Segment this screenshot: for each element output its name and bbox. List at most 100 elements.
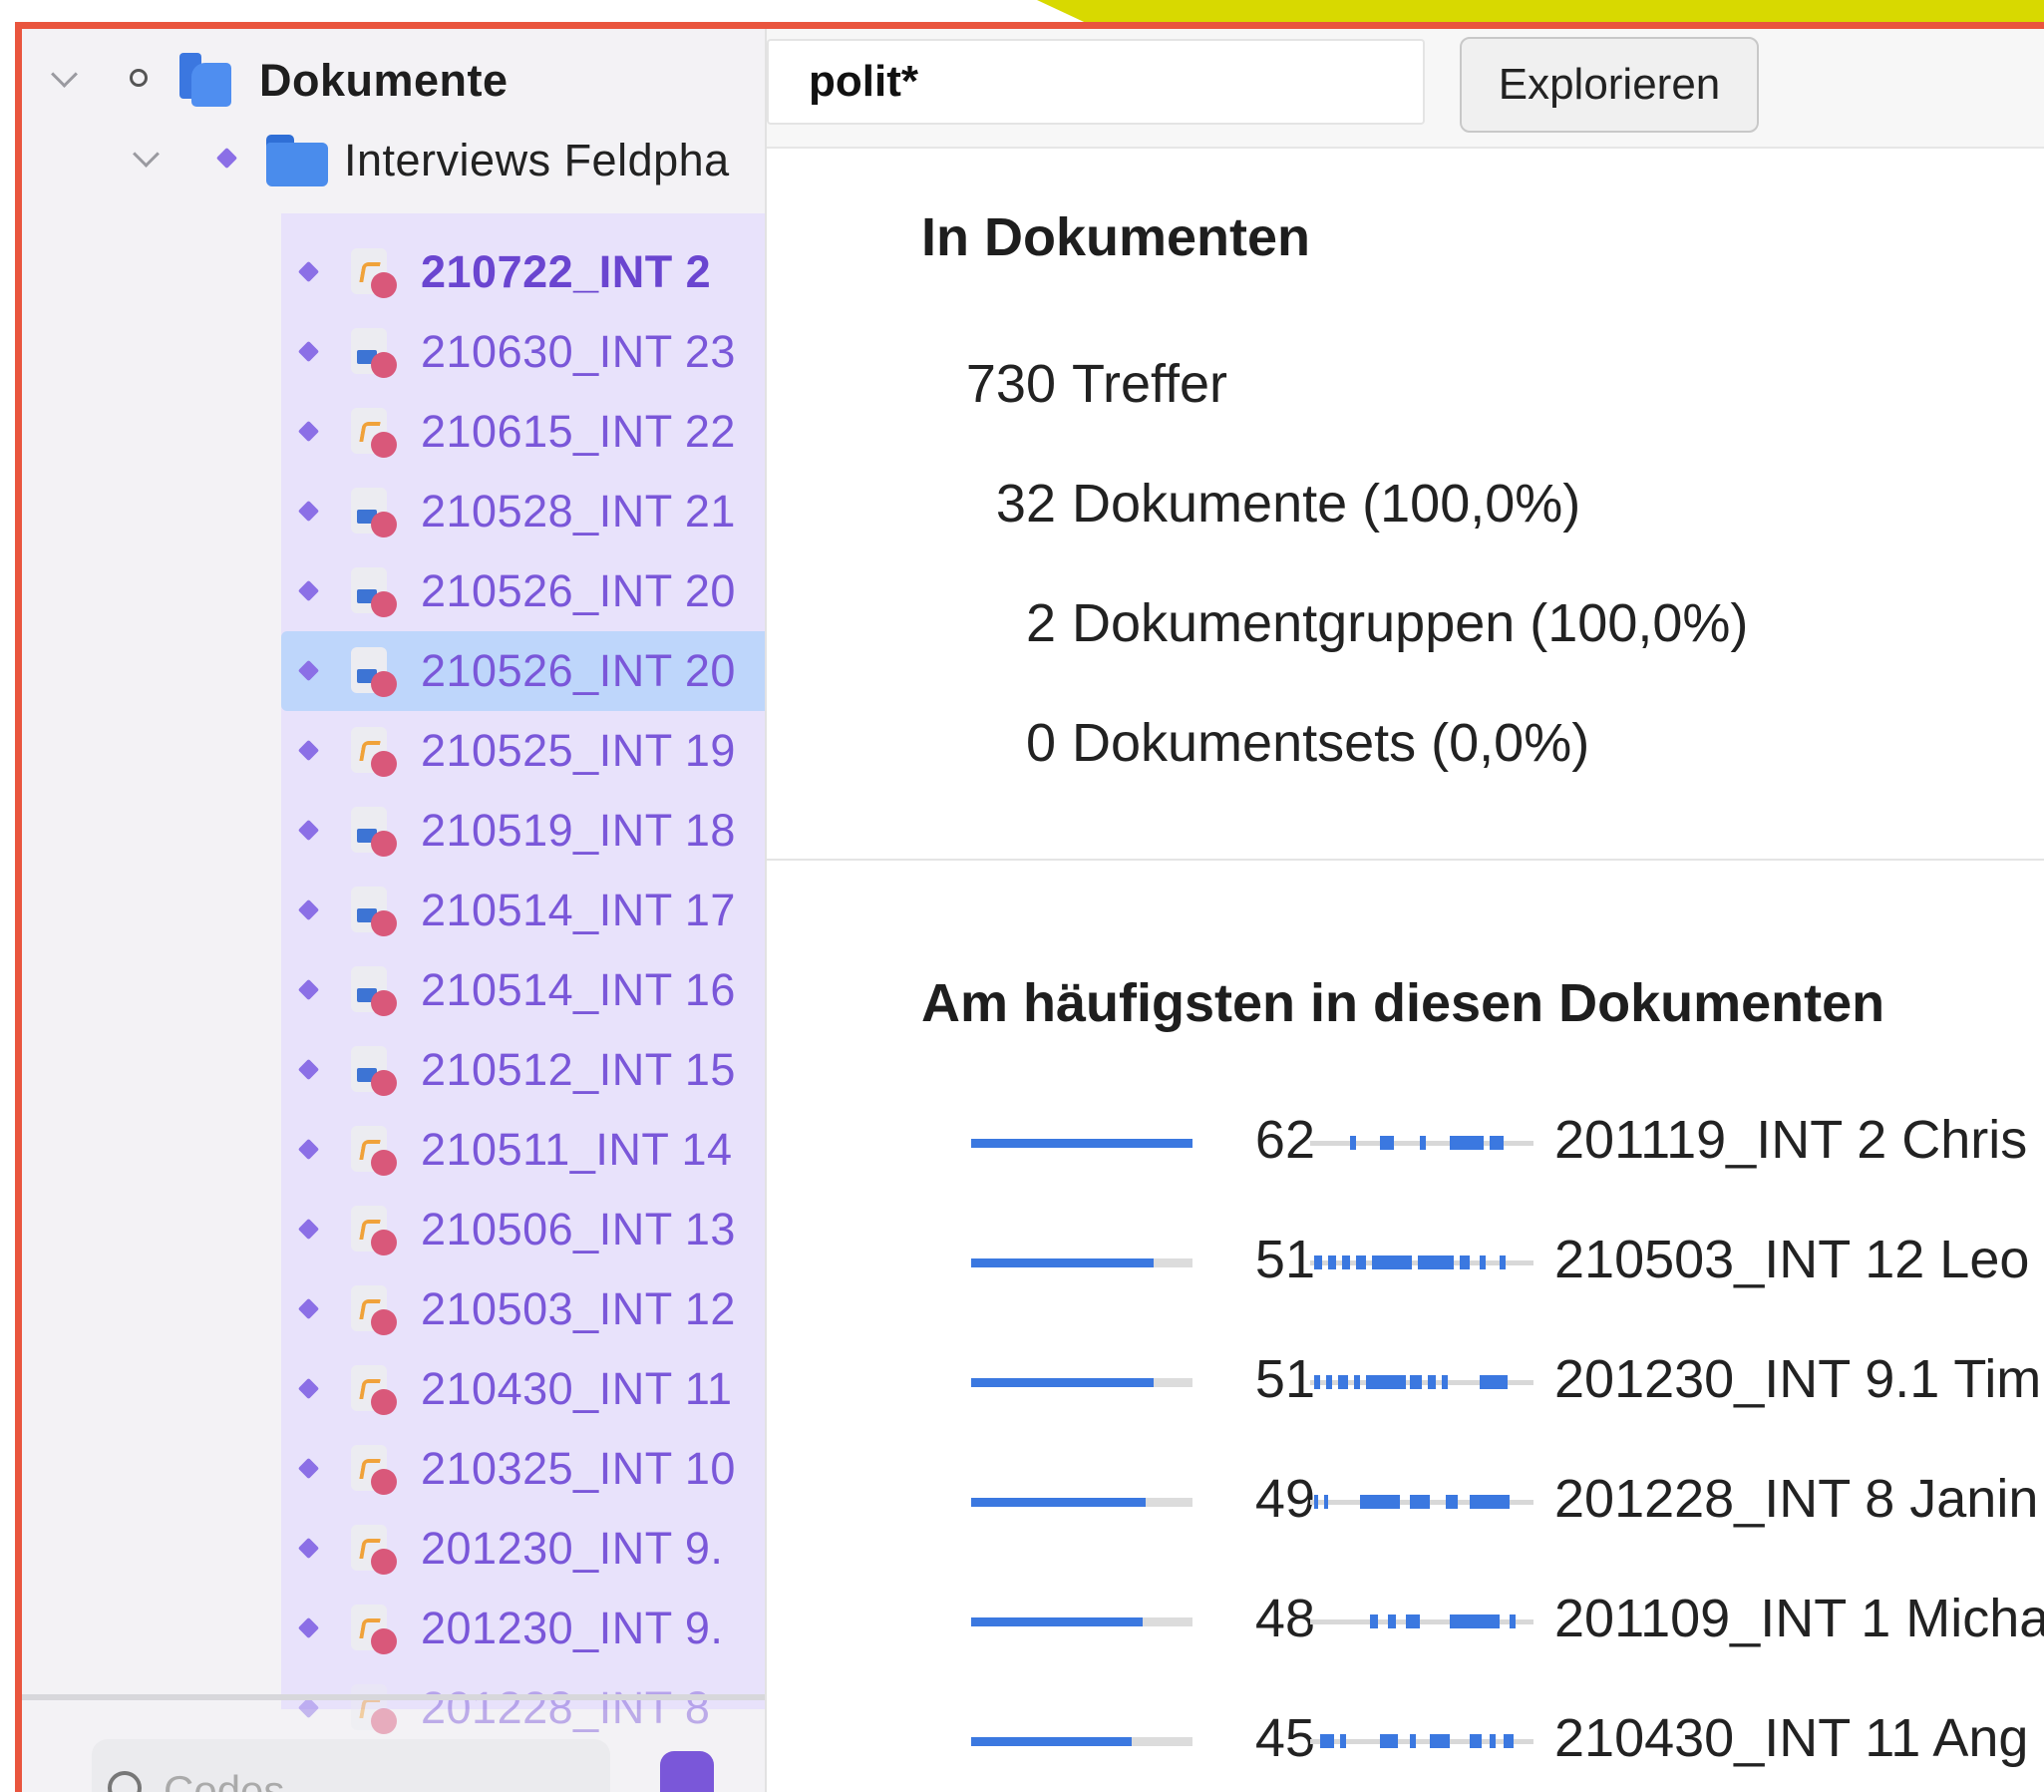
in-documents-title: In Dokumenten [921,207,1311,267]
document-diamond-icon [297,260,320,283]
video-document-icon [351,966,397,1018]
frequency-row[interactable]: 51 210503_INT 12 Leo [767,1219,2044,1298]
document-diamond-icon [297,1616,320,1639]
code-manager-icon[interactable] [660,1751,714,1792]
chevron-down-icon[interactable] [132,145,160,173]
hit-count: 62 [1254,1110,1315,1170]
document-diamond-icon [297,739,320,762]
document-item[interactable]: 210514_INT 17 [22,871,765,950]
document-label: 210615_INT 22 [421,406,736,457]
frequency-bar [971,1258,1192,1267]
document-item[interactable]: 201230_INT 9. [22,1509,765,1589]
document-label: 210722_INT 2 [421,246,712,297]
frequency-row[interactable]: 62 201119_INT 2 Chris [767,1099,2044,1179]
frequency-bar [971,1617,1192,1626]
document-item[interactable]: 210526_INT 20 [22,631,765,711]
frequency-bar-fill [971,1498,1146,1507]
hit-distribution-sparkline [1310,1731,1533,1751]
document-name: 210430_INT 11 Ang [1554,1708,2029,1768]
stat-row: 0 Dokumentsets (0,0%) [856,712,1953,782]
frequency-bar-fill [971,1378,1154,1387]
frequency-bar [971,1498,1192,1507]
document-label: 210514_INT 16 [421,964,736,1015]
hit-count: 45 [1254,1708,1315,1768]
hit-distribution-sparkline [1310,1253,1533,1272]
document-diamond-icon [297,898,320,921]
hit-distribution-sparkline [1310,1612,1533,1631]
stat-row: 32 Dokumente (100,0%) [856,473,1953,542]
document-diamond-icon [297,978,320,1001]
tree-group-interviews[interactable]: Interviews Feldpha [22,119,765,198]
document-label: 210526_INT 20 [421,565,736,616]
document-label: 210526_INT 20 [421,645,736,696]
audio-document-icon [351,1684,397,1736]
frequency-row[interactable]: 45 210430_INT 11 Ang [767,1697,2044,1777]
document-name: 201228_INT 8 Janin [1554,1469,2039,1529]
audio-document-icon [351,1285,397,1337]
document-item[interactable]: 201228_INT 8 [22,1668,765,1748]
document-diamond-icon [297,579,320,602]
document-item[interactable]: 210722_INT 2 [22,232,765,312]
sidebar-divider [22,1694,765,1700]
hit-distribution-sparkline [1310,1133,1533,1153]
stat-value: 2 [1025,593,1056,653]
document-item[interactable]: 210512_INT 15 [22,1030,765,1110]
stat-label: Dokumentgruppen (100,0%) [1072,593,1749,653]
document-item[interactable]: 210514_INT 16 [22,950,765,1030]
hit-count: 49 [1254,1469,1315,1529]
folder-icon [266,135,328,186]
tree-root-documents[interactable]: Dokumente [22,37,765,117]
frequency-row[interactable]: 49 201228_INT 8 Janin [767,1458,2044,1538]
stat-value: 730 [965,354,1056,414]
section-divider [767,859,2044,861]
document-diamond-icon [297,1058,320,1081]
search-query-input[interactable] [767,39,1425,125]
document-diamond-icon [297,1138,320,1161]
document-label: 201230_INT 9. [421,1523,724,1574]
chevron-down-icon[interactable] [50,65,78,93]
frequency-row[interactable]: 51 201230_INT 9.1 Tim [767,1338,2044,1418]
document-item[interactable]: 210506_INT 13 [22,1190,765,1269]
document-label: 210525_INT 19 [421,725,736,776]
document-sidebar: Dokumente Interviews Feldpha 210722_INT … [22,29,765,1792]
video-document-icon [351,567,397,619]
document-item[interactable]: 210615_INT 22 [22,392,765,472]
most-frequent-title: Am häufigsten in diesen Dokumenten [921,973,1885,1033]
frequency-bar-fill [971,1617,1143,1626]
status-ring-icon [130,69,148,87]
stat-label: Treffer [1072,354,1228,414]
document-item[interactable]: 210525_INT 19 [22,711,765,791]
codes-search-placeholder: Codes [164,1767,285,1792]
audio-document-icon [351,1365,397,1417]
document-item[interactable]: 210503_INT 12 [22,1269,765,1349]
document-diamond-icon [297,500,320,523]
explore-button[interactable]: Explorieren [1460,37,1759,133]
document-item[interactable]: 210526_INT 20 [22,551,765,631]
document-item[interactable]: 201230_INT 9. [22,1589,765,1668]
hit-distribution-sparkline [1310,1372,1533,1392]
group-label: Interviews Feldpha [344,135,730,185]
document-item[interactable]: 210325_INT 10 [22,1429,765,1509]
document-label: 201230_INT 9. [421,1603,724,1653]
search-icon [108,1771,142,1792]
audio-document-icon [351,248,397,300]
document-name: 201230_INT 9.1 Tim [1554,1349,2042,1409]
document-name: 201119_INT 2 Chris [1554,1110,2028,1170]
frequency-bar [971,1139,1192,1148]
document-item[interactable]: 210519_INT 18 [22,791,765,871]
codes-search-field[interactable]: Codes [92,1739,610,1792]
audio-document-icon [351,1445,397,1497]
document-item[interactable]: 210511_INT 14 [22,1110,765,1190]
frequency-row[interactable]: 48 201109_INT 1 Micha [767,1578,2044,1657]
document-item[interactable]: 210430_INT 11 [22,1349,765,1429]
video-document-icon [351,488,397,539]
document-label: 210630_INT 23 [421,326,736,377]
document-label: 210514_INT 17 [421,885,736,935]
hit-count: 51 [1254,1230,1315,1289]
audio-document-icon [351,727,397,779]
group-diamond-icon [215,147,238,170]
document-label: 210512_INT 15 [421,1044,736,1095]
document-item[interactable]: 210528_INT 21 [22,472,765,551]
frequency-bar-fill [971,1139,1192,1148]
document-item[interactable]: 210630_INT 23 [22,312,765,392]
